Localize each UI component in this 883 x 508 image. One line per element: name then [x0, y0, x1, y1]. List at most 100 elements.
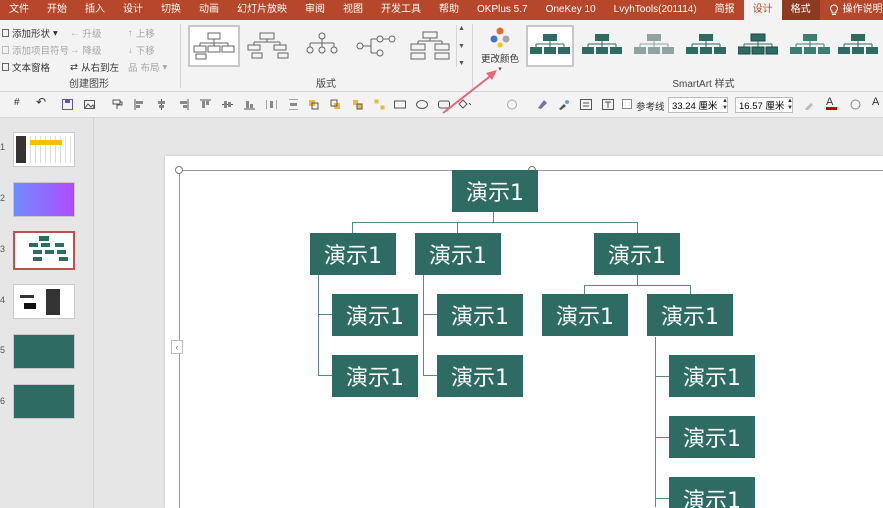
tab-review[interactable]: 审阅 [296, 0, 334, 20]
slide-thumb-2[interactable] [13, 182, 75, 217]
slide-thumb-6[interactable] [13, 384, 75, 419]
smartart-node[interactable]: 演示1 [647, 294, 733, 336]
move-up-button[interactable]: ↑ 上移 [128, 26, 155, 41]
hash-icon[interactable]: # [14, 97, 25, 108]
align-right-icon[interactable] [178, 99, 189, 110]
demote-button[interactable]: → 降级 [70, 43, 102, 58]
layout-hierarchy-3[interactable] [296, 25, 348, 67]
text-direction-icon[interactable]: A [872, 96, 883, 108]
ungroup-icon[interactable] [374, 99, 385, 110]
style-thumb-1[interactable] [526, 25, 574, 67]
rectangle-icon[interactable] [394, 99, 406, 110]
tab-insert[interactable]: 插入 [76, 0, 114, 20]
style-thumb-5[interactable] [734, 25, 782, 67]
style-thumb-6[interactable] [786, 25, 834, 67]
rounded-rect-icon[interactable] [438, 99, 450, 110]
smartart-node[interactable]: 演示1 [669, 416, 755, 458]
scroll-down-icon[interactable]: ▼ [458, 43, 465, 50]
shape-effects-icon[interactable] [506, 99, 517, 110]
text-pane-button[interactable]: 文本窗格 [2, 60, 50, 74]
tab-briefing[interactable]: 简报 [706, 0, 744, 20]
smartart-selection-frame[interactable] [179, 170, 883, 508]
align-center-icon[interactable] [156, 99, 167, 110]
tab-view[interactable]: 视图 [334, 0, 372, 20]
tab-home[interactable]: 开始 [38, 0, 76, 20]
tab-format[interactable]: 格式 [781, 0, 820, 20]
slide-thumb-5[interactable] [13, 334, 75, 369]
smartart-node[interactable]: 演示1 [310, 233, 396, 275]
tab-design[interactable]: 设计 [114, 0, 152, 20]
text-box-icon[interactable] [602, 99, 614, 110]
change-colors-button[interactable]: 更改颜色 ▾ [478, 24, 522, 86]
height-field[interactable] [735, 97, 793, 113]
style-thumb-4[interactable] [682, 25, 730, 67]
undo-icon[interactable]: ↶ [36, 95, 47, 109]
expand-gallery-icon[interactable]: ▼ [458, 60, 465, 67]
bring-forward-icon[interactable] [308, 99, 319, 110]
selection-pane-icon[interactable] [580, 99, 592, 110]
more-options-icon[interactable] [850, 99, 861, 110]
smartart-node[interactable]: 演示1 [437, 294, 523, 336]
smartart-node[interactable]: 演示1 [415, 233, 501, 275]
layout-button[interactable]: 品布局 ▾ [128, 60, 167, 75]
save-icon[interactable] [62, 99, 73, 110]
smartart-node[interactable]: 演示1 [669, 355, 755, 397]
tab-okplus[interactable]: OKPlus 5.7 [468, 0, 537, 20]
tab-transitions[interactable]: 切换 [152, 0, 190, 20]
align-left-icon[interactable] [134, 99, 145, 110]
style-thumb-2[interactable] [578, 25, 626, 67]
picture-icon[interactable] [84, 99, 95, 110]
pick-color-icon[interactable] [558, 99, 569, 110]
tab-animations[interactable]: 动画 [190, 0, 228, 20]
tab-onekey[interactable]: OneKey 10 [537, 0, 605, 20]
shape-fill-icon[interactable] [458, 99, 472, 110]
align-middle-icon[interactable] [222, 99, 233, 110]
layout-hierarchy-1[interactable] [188, 25, 240, 67]
tab-lvyhtools[interactable]: LvyhTools(201114) [605, 0, 706, 20]
distribute-vertical-icon[interactable] [288, 98, 299, 111]
promote-button[interactable]: ← 升级 [70, 26, 102, 41]
scroll-up-icon[interactable]: ▲ [458, 25, 465, 32]
oval-icon[interactable] [416, 99, 428, 110]
right-to-left-button[interactable]: ⇄ 从右到左 [70, 60, 119, 75]
tab-file[interactable]: 文件 [0, 0, 38, 20]
spinner-icon[interactable]: ▲ ▼ [722, 98, 728, 112]
slide-thumb-1[interactable] [13, 132, 75, 167]
tell-me[interactable]: 操作说明搜 [820, 0, 883, 20]
smartart-node-root[interactable]: 演示1 [452, 170, 538, 212]
send-backward-icon[interactable] [330, 99, 341, 110]
format-painter-icon[interactable] [112, 99, 123, 110]
smartart-node[interactable]: 演示1 [542, 294, 628, 336]
slide-thumb-4[interactable] [13, 284, 75, 319]
layout-hierarchy-5[interactable] [404, 25, 456, 67]
spinner-icon[interactable]: ▲ ▼ [787, 98, 793, 112]
eraser-icon[interactable] [536, 99, 547, 110]
tab-help[interactable]: 帮助 [430, 0, 468, 20]
align-bottom-icon[interactable] [244, 99, 255, 110]
slide-canvas[interactable]: 演示1 演示1 演示1 演示1 演示1 演示1 演示1 演示1 演示1 演示1 … [165, 156, 883, 508]
distribute-icon[interactable] [265, 99, 278, 110]
tab-developer[interactable]: 开发工具 [372, 0, 430, 20]
move-down-button[interactable]: ↓ 下移 [128, 43, 155, 58]
smartart-node[interactable]: 演示1 [332, 355, 418, 397]
smartart-node[interactable]: 演示1 [594, 233, 680, 275]
smartart-node[interactable]: 演示1 [669, 477, 755, 508]
reference-line-checkbox[interactable] [622, 99, 632, 109]
group-icon[interactable] [352, 99, 363, 110]
text-pane-toggle[interactable]: ‹ [171, 340, 183, 354]
add-shape-button[interactable]: 添加形状 ▾ [2, 26, 58, 40]
font-color-icon[interactable]: A [826, 96, 837, 110]
add-bullet-button[interactable]: 添加项目符号 [2, 43, 69, 57]
style-thumb-3[interactable] [630, 25, 678, 67]
eyedropper-icon[interactable] [804, 99, 815, 111]
style-thumb-7[interactable] [838, 25, 883, 67]
align-top-icon[interactable] [200, 99, 211, 110]
tab-smartart-design[interactable]: 设计 [743, 0, 782, 20]
smartart-node[interactable]: 演示1 [332, 294, 418, 336]
layout-hierarchy-2[interactable] [242, 25, 294, 67]
layout-gallery-scroll[interactable]: ▲ ▼ ▼ [456, 25, 466, 67]
slide-thumb-3[interactable] [13, 231, 75, 270]
resize-handle[interactable] [175, 166, 183, 174]
layout-hierarchy-4[interactable] [350, 25, 402, 67]
tab-slideshow[interactable]: 幻灯片放映 [228, 0, 296, 20]
